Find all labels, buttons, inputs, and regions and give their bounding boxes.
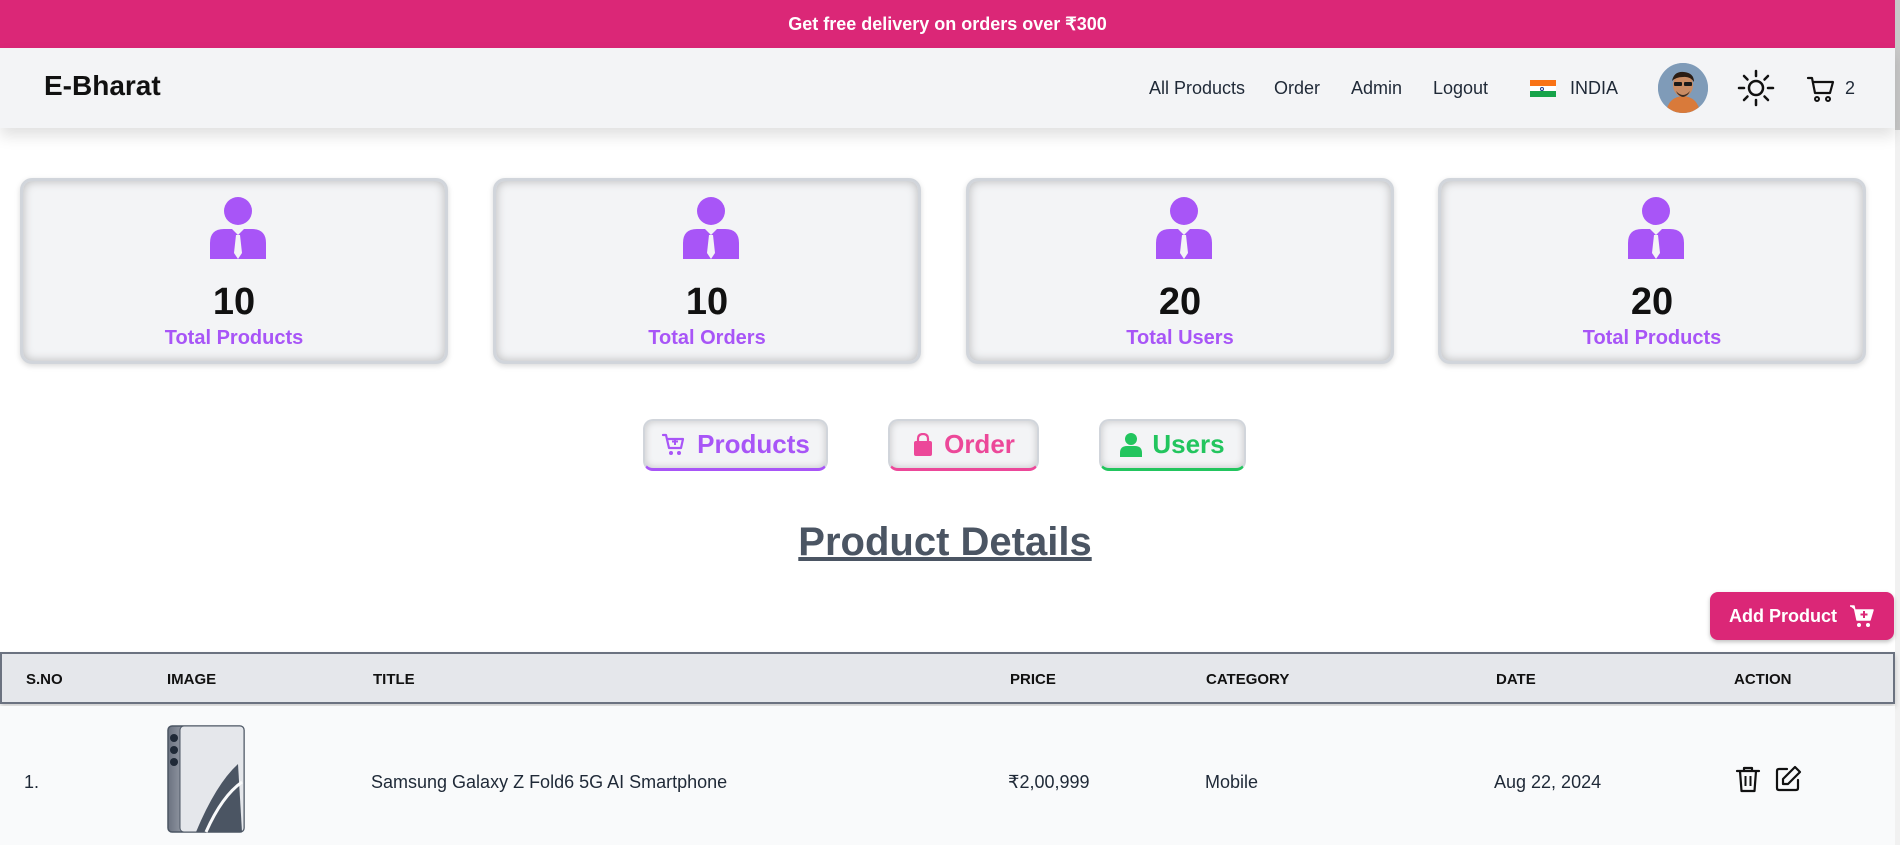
- shopping-bag-icon: [914, 432, 933, 456]
- nav-link-admin[interactable]: Admin: [1351, 78, 1402, 99]
- page-scrollbar[interactable]: [1895, 0, 1900, 845]
- stat-value: 10: [685, 281, 729, 323]
- add-product-button[interactable]: Add Product: [1710, 592, 1894, 640]
- scrollbar-thumb[interactable]: [1895, 0, 1900, 130]
- india-flag-icon: [1530, 80, 1556, 98]
- column-header-title: TITLE: [373, 671, 415, 688]
- tab-order[interactable]: Order: [888, 419, 1039, 471]
- cell-price: ₹2,00,999: [1008, 772, 1090, 792]
- sun-theme-toggle-icon[interactable]: [1736, 68, 1776, 108]
- stat-card-total-products-2: 20 Total Products: [1438, 178, 1866, 364]
- column-header-image: IMAGE: [167, 671, 217, 688]
- cell-category: Mobile: [1205, 772, 1259, 792]
- column-header-sno: S.NO: [26, 671, 63, 688]
- stat-label: Total Products: [1582, 327, 1722, 349]
- table-header: S.NO IMAGE TITLE PRICE CATEGORY DATE ACT…: [0, 652, 1895, 704]
- navbar: E-Bharat All Products Order Admin Logout…: [0, 48, 1895, 128]
- user-tie-icon: [1156, 197, 1212, 259]
- column-header-category: CATEGORY: [1206, 671, 1290, 688]
- user-tie-icon: [683, 197, 739, 259]
- user-avatar[interactable]: [1658, 63, 1708, 113]
- stat-card-total-orders: 10 Total Orders: [493, 178, 921, 364]
- product-details-title: Product Details: [798, 520, 1092, 564]
- promo-banner: Get free delivery on orders over ₹300: [0, 0, 1895, 48]
- nav-link-logout[interactable]: Logout: [1433, 78, 1488, 99]
- cell-date: Aug 22, 2024: [1494, 772, 1602, 792]
- stat-value: 10: [212, 281, 256, 323]
- tab-users-label: Users: [1152, 429, 1225, 459]
- table-row: 1. Samsung Galaxy Z Fold6 5G AI Smartpho…: [0, 706, 1895, 845]
- stat-value: 20: [1630, 281, 1674, 323]
- column-header-action: ACTION: [1734, 671, 1792, 688]
- promo-text: Get free delivery on orders over ₹300: [788, 13, 1107, 34]
- user-icon: [1120, 432, 1143, 457]
- cart-icon: [662, 433, 685, 455]
- add-product-label: Add Product: [1729, 605, 1837, 626]
- edit-icon[interactable]: [1773, 764, 1803, 794]
- cell-sno: 1.: [24, 772, 40, 792]
- tab-products-label: Products: [697, 429, 810, 459]
- stat-label: Total Users: [1126, 327, 1234, 349]
- cart-plus-icon: [1850, 605, 1874, 627]
- user-tie-icon: [1628, 197, 1684, 259]
- stat-label: Total Products: [164, 327, 304, 349]
- stat-card-total-users: 20 Total Users: [966, 178, 1394, 364]
- column-header-date: DATE: [1496, 671, 1536, 688]
- column-header-price: PRICE: [1010, 671, 1056, 688]
- tab-order-label: Order: [944, 429, 1015, 459]
- cart-count[interactable]: 2: [1845, 78, 1855, 99]
- product-thumbnail-image[interactable]: [166, 724, 246, 834]
- stat-value: 20: [1158, 281, 1202, 323]
- nav-link-order[interactable]: Order: [1274, 78, 1320, 99]
- tab-products[interactable]: Products: [643, 419, 828, 471]
- cart-icon[interactable]: [1806, 74, 1836, 104]
- cell-title: Samsung Galaxy Z Fold6 5G AI Smartphone: [371, 772, 728, 792]
- nav-link-all-products[interactable]: All Products: [1149, 78, 1245, 99]
- stat-card-total-products: 10 Total Products: [20, 178, 448, 364]
- country-label[interactable]: INDIA: [1570, 78, 1618, 99]
- tab-users[interactable]: Users: [1099, 419, 1246, 471]
- trash-icon[interactable]: [1733, 764, 1763, 794]
- site-logo[interactable]: E-Bharat: [44, 70, 161, 102]
- stat-label: Total Orders: [648, 327, 766, 349]
- user-tie-icon: [210, 197, 266, 259]
